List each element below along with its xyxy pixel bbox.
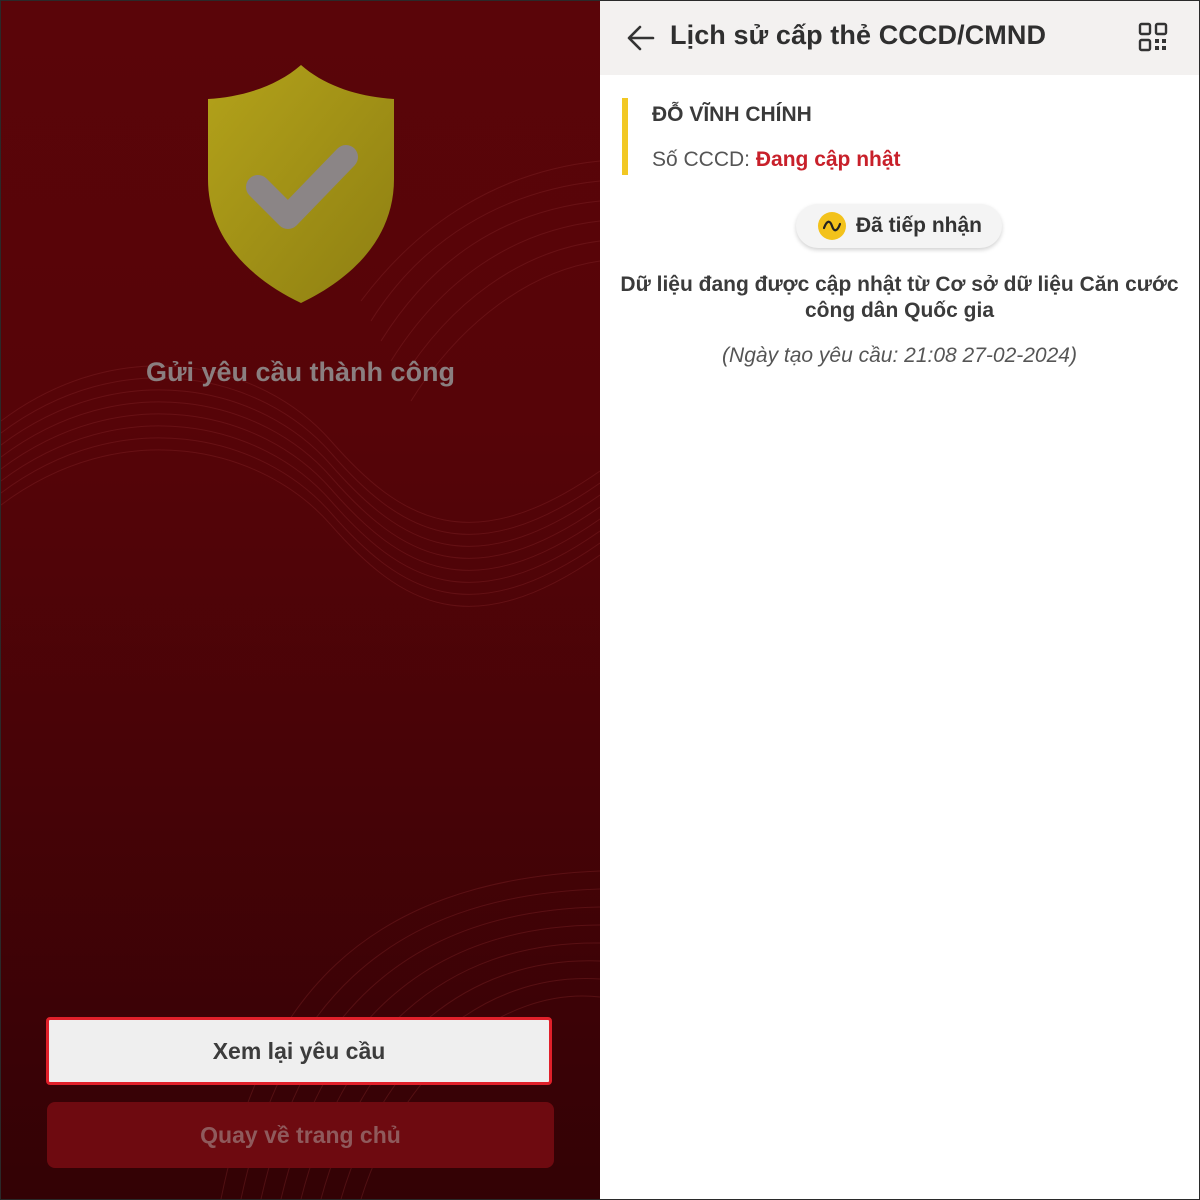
issuance-history-screen: Lịch sử cấp thẻ CCCD/CMND ĐỖ VĨNH CHÍNH …: [600, 1, 1199, 1199]
id-number-line: Số CCCD: Đang cập nhật: [652, 148, 901, 172]
review-request-button[interactable]: Xem lại yêu cầu: [46, 1017, 552, 1085]
update-message: Dữ liệu đang được cập nhật từ Cơ sở dữ l…: [620, 273, 1179, 322]
status-badge: Đã tiếp nhận: [796, 204, 1002, 248]
qr-code-icon[interactable]: [1138, 22, 1168, 52]
status-label: Đã tiếp nhận: [856, 214, 983, 237]
id-number-value: Đang cập nhật: [755, 148, 901, 171]
success-screen: Gửi yêu cầu thành công Xem lại yêu cầu Q…: [1, 1, 600, 1199]
id-number-label: Số CCCD:: [652, 148, 756, 171]
arrow-left-icon[interactable]: [626, 21, 656, 55]
success-message: Gửi yêu cầu thành công: [145, 357, 456, 387]
back-to-home-button[interactable]: Quay về trang chủ: [47, 1102, 554, 1168]
request-date: (Ngày tạo yêu cầu: 21:08 27-02-2024): [722, 344, 1077, 367]
wave-icon: [818, 212, 846, 240]
page-title: Lịch sử cấp thẻ CCCD/CMND: [670, 20, 1047, 50]
app-bar: Lịch sử cấp thẻ CCCD/CMND: [600, 1, 1199, 75]
citizen-name: ĐỖ VĨNH CHÍNH: [652, 103, 812, 126]
card-accent-bar: [622, 98, 628, 175]
shield-check-icon: [208, 65, 394, 303]
